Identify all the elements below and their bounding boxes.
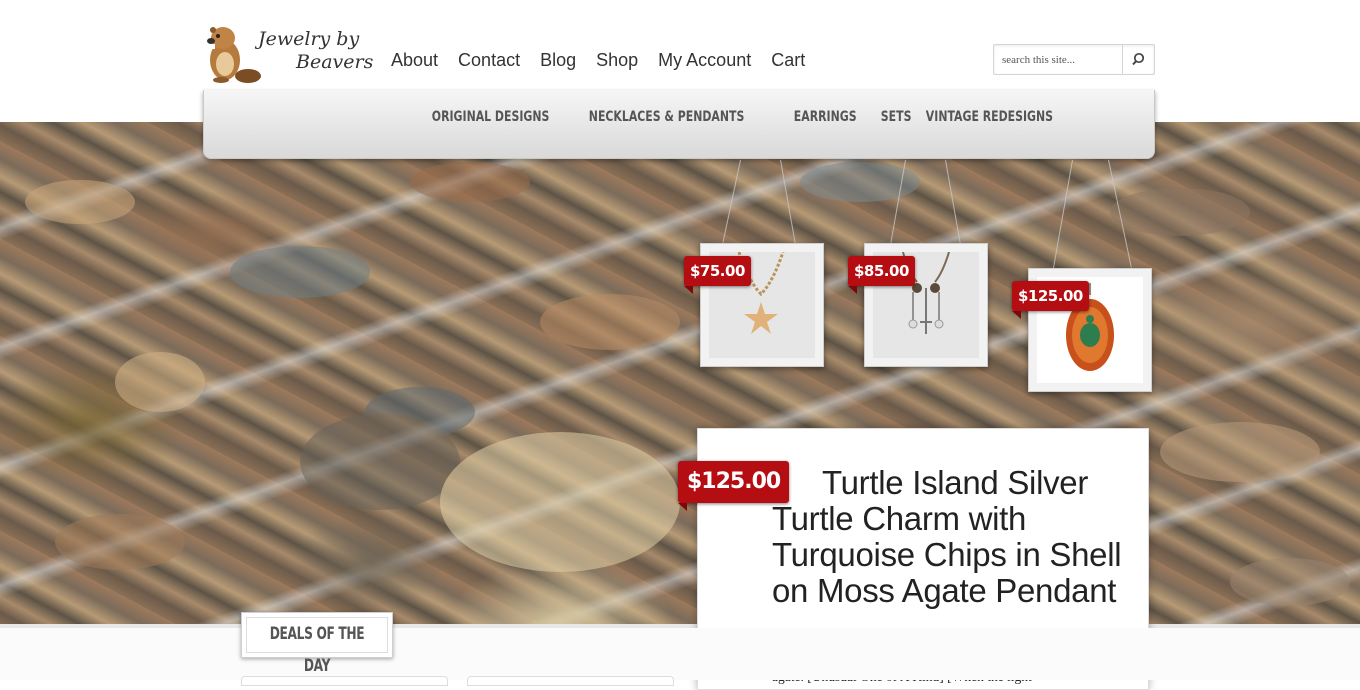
category-vintage-redesigns[interactable]: VINTAGE REDESIGNS <box>918 106 1061 128</box>
category-bar: ORIGINAL DESIGNS NECKLACES & PENDANTS EA… <box>203 90 1155 159</box>
river-stones-image <box>25 162 1350 606</box>
deal-card[interactable] <box>241 676 448 686</box>
site-logo[interactable]: Jewelry by Beavers <box>203 20 373 86</box>
deal-card[interactable] <box>467 676 674 686</box>
main-nav: About Contact Blog Shop My Account Cart <box>381 48 815 72</box>
price-tag: $85.00 <box>848 256 915 294</box>
content-area <box>0 628 1360 680</box>
category-necklaces-pendants[interactable]: NECKLACES & PENDANTS <box>581 106 752 128</box>
price-tag: $125.00 <box>1012 281 1089 319</box>
beaver-icon <box>207 27 261 83</box>
nav-blog[interactable]: Blog <box>530 48 586 72</box>
nav-shop[interactable]: Shop <box>586 48 648 72</box>
nav-cart[interactable]: Cart <box>761 48 815 72</box>
search-button[interactable] <box>1122 45 1154 74</box>
price-tag: $75.00 <box>684 256 751 294</box>
logo-line-2: Beavers <box>296 51 374 73</box>
search-input[interactable] <box>994 45 1122 74</box>
deals-label: DEALS OF THE DAY <box>269 624 365 676</box>
category-earrings[interactable]: EARRINGS <box>786 106 864 128</box>
hero-banner <box>0 122 1360 628</box>
featured-price-tag: $125.00 <box>678 461 790 511</box>
featured-title[interactable]: Turtle Island Silver Turtle Charm with T… <box>772 465 1127 609</box>
nav-my-account[interactable]: My Account <box>648 48 761 72</box>
category-sets[interactable]: SETS <box>873 106 919 128</box>
deals-of-the-day-heading: DEALS OF THE DAY <box>241 612 393 676</box>
nav-about[interactable]: About <box>381 48 448 72</box>
search-icon <box>1132 52 1145 66</box>
nav-contact[interactable]: Contact <box>448 48 530 72</box>
logo-line-1: Jewelry by <box>258 28 360 50</box>
logo-text: Jewelry by Beavers <box>258 28 373 74</box>
category-original-designs[interactable]: ORIGINAL DESIGNS <box>424 106 557 128</box>
search-box <box>993 44 1155 75</box>
